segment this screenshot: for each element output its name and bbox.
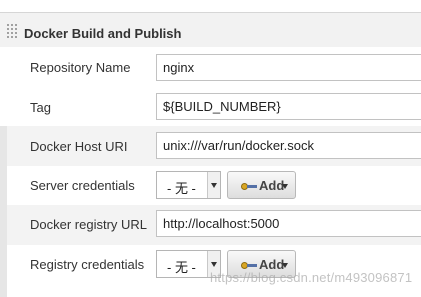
key-icon	[241, 183, 257, 190]
server-credentials-add-button[interactable]: Add	[227, 171, 296, 199]
docker-build-publish-section: Docker Build and Publish Repository Name…	[0, 13, 421, 297]
tag-input[interactable]	[156, 93, 421, 120]
docker-registry-url-label: Docker registry URL	[30, 217, 148, 232]
drag-handle-icon[interactable]	[6, 23, 18, 39]
docker-host-uri-input[interactable]	[156, 132, 421, 159]
watermark: https://blog.csdn.net/m493096871	[210, 270, 413, 285]
key-icon	[241, 262, 257, 269]
repository-name-input[interactable]	[156, 54, 421, 81]
registry-credentials-label: Registry credentials	[30, 257, 145, 272]
caret-down-icon	[282, 263, 288, 268]
docker-registry-url-input[interactable]	[156, 210, 421, 237]
caret-down-icon	[282, 184, 288, 189]
section-header: Docker Build and Publish	[0, 13, 421, 47]
repository-name-label: Repository Name	[30, 60, 131, 75]
tag-label: Tag	[30, 100, 51, 115]
server-credentials-selected: - 无 -	[167, 181, 196, 196]
server-credentials-select[interactable]: - 无 -	[156, 171, 221, 199]
section-title: Docker Build and Publish	[24, 26, 182, 41]
docker-host-uri-label: Docker Host URI	[30, 139, 128, 154]
advanced-rail	[0, 126, 7, 297]
server-credentials-label: Server credentials	[30, 178, 135, 193]
add-button-label: Add	[259, 178, 285, 193]
chevron-down-icon	[207, 172, 220, 198]
registry-credentials-selected: - 无 -	[167, 260, 196, 275]
